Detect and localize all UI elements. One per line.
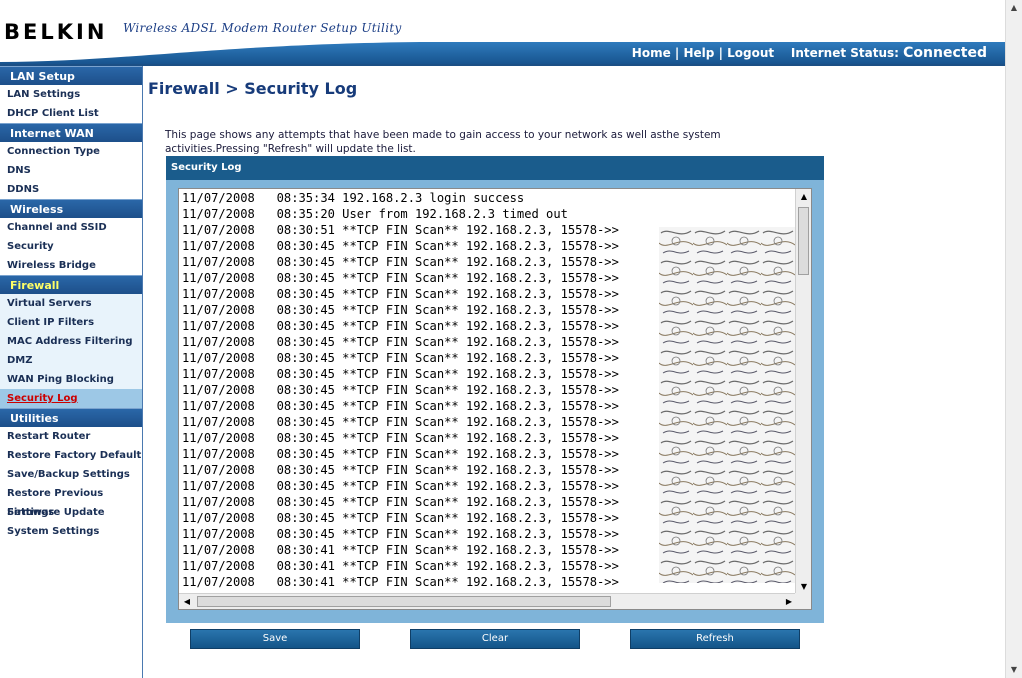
security-log-textarea[interactable]: 11/07/2008 08:35:34 192.168.2.3 login su…	[178, 188, 812, 610]
log-line: 11/07/2008 08:30:45 **TCP FIN Scan** 192…	[182, 239, 619, 253]
scroll-left-icon[interactable]: ◀	[179, 594, 195, 609]
log-line: 11/07/2008 08:30:45 **TCP FIN Scan** 192…	[182, 367, 619, 381]
log-line: 11/07/2008 08:30:45 **TCP FIN Scan** 192…	[182, 399, 619, 413]
scroll-up-icon[interactable]: ▲	[796, 189, 811, 205]
page-title: Firewall > Security Log	[148, 79, 358, 98]
log-line: 11/07/2008 08:30:45 **TCP FIN Scan** 192…	[182, 335, 619, 349]
sidebar-item-dhcp-client-list[interactable]: DHCP Client List	[0, 104, 142, 123]
horizontal-scrollbar[interactable]: ◀ ▶	[179, 593, 797, 609]
log-line: 11/07/2008 08:30:45 **TCP FIN Scan** 192…	[182, 319, 619, 333]
clear-button[interactable]: Clear	[410, 629, 580, 649]
sidebar-item-wan-ping-blocking[interactable]: WAN Ping Blocking	[0, 370, 142, 389]
sidebar-item-restore-factory-default[interactable]: Restore Factory Default	[0, 446, 142, 465]
sidebar-item-virtual-servers[interactable]: Virtual Servers	[0, 294, 142, 313]
sidebar-section-lan-setup: LAN Setup	[0, 66, 142, 85]
logout-link[interactable]: Logout	[727, 46, 774, 60]
sidebar-item-security[interactable]: Security	[0, 237, 142, 256]
header: BELKIN Wireless ADSL Modem Router Setup …	[0, 0, 1005, 66]
separator: |	[718, 46, 723, 60]
scroll-corner	[795, 593, 811, 609]
vertical-scrollbar[interactable]: ▲ ▼	[795, 189, 811, 595]
internet-status-label: Internet Status:	[790, 46, 899, 60]
header-links: Home | Help | Logout Internet Status: Co…	[632, 45, 987, 61]
log-line: 11/07/2008 08:30:45 **TCP FIN Scan** 192…	[182, 415, 619, 429]
sidebar-item-save-backup-settings[interactable]: Save/Backup Settings	[0, 465, 142, 484]
refresh-button[interactable]: Refresh	[630, 629, 800, 649]
scroll-thumb[interactable]	[197, 596, 611, 607]
log-line: 11/07/2008 08:35:34 192.168.2.3 login su…	[182, 191, 525, 205]
sidebar-item-dns[interactable]: DNS	[0, 161, 142, 180]
intro-text: This page shows any attempts that have b…	[165, 129, 721, 155]
obfuscated-overlay	[659, 227, 795, 583]
sidebar-item-channel-ssid[interactable]: Channel and SSID	[0, 218, 142, 237]
log-line: 11/07/2008 08:30:45 **TCP FIN Scan** 192…	[182, 383, 619, 397]
sidebar-item-lan-settings[interactable]: LAN Settings	[0, 85, 142, 104]
sidebar-item-firmware-update[interactable]: Firmware Update	[0, 503, 142, 522]
log-line: 11/07/2008 08:30:45 **TCP FIN Scan** 192…	[182, 495, 619, 509]
help-link[interactable]: Help	[683, 46, 714, 60]
router-setup-page: BELKIN Wireless ADSL Modem Router Setup …	[0, 0, 1022, 678]
log-line: 11/07/2008 08:30:45 **TCP FIN Scan** 192…	[182, 431, 619, 445]
save-button[interactable]: Save	[190, 629, 360, 649]
sidebar-item-dmz[interactable]: DMZ	[0, 351, 142, 370]
panel-title: Security Log	[166, 156, 824, 180]
sidebar-section-firewall: Firewall	[0, 275, 142, 294]
sidebar: LAN Setup LAN Settings DHCP Client List …	[0, 66, 143, 678]
sidebar-item-system-settings[interactable]: System Settings	[0, 522, 142, 541]
sidebar-item-client-ip-filters[interactable]: Client IP Filters	[0, 313, 142, 332]
log-line: 11/07/2008 08:30:45 **TCP FIN Scan** 192…	[182, 287, 619, 301]
internet-status-value: Connected	[903, 45, 987, 61]
log-line: 11/07/2008 08:30:45 **TCP FIN Scan** 192…	[182, 511, 619, 525]
scroll-down-icon[interactable]: ▼	[1006, 662, 1022, 678]
home-link[interactable]: Home	[632, 46, 671, 60]
log-line: 11/07/2008 08:30:45 **TCP FIN Scan** 192…	[182, 479, 619, 493]
page-scrollbar[interactable]: ▲ ▼	[1005, 0, 1022, 678]
utility-title: Wireless ADSL Modem Router Setup Utility	[123, 21, 402, 35]
log-line: 11/07/2008 08:30:45 **TCP FIN Scan** 192…	[182, 271, 619, 285]
separator: |	[674, 46, 680, 60]
scroll-thumb[interactable]	[798, 207, 809, 275]
log-line: 11/07/2008 08:30:45 **TCP FIN Scan** 192…	[182, 463, 619, 477]
sidebar-section-utilities: Utilities	[0, 408, 142, 427]
sidebar-section-internet-wan: Internet WAN	[0, 123, 142, 142]
log-line: 11/07/2008 08:30:51 **TCP FIN Scan** 192…	[182, 223, 619, 237]
sidebar-section-wireless: Wireless	[0, 199, 142, 218]
log-line: 11/07/2008 08:30:45 **TCP FIN Scan** 192…	[182, 527, 619, 541]
log-line: 11/07/2008 08:35:20 User from 192.168.2.…	[182, 207, 568, 221]
sidebar-item-restore-previous-settings[interactable]: Restore Previous Settings	[0, 484, 142, 518]
sidebar-item-restart-router[interactable]: Restart Router	[0, 427, 142, 446]
sidebar-item-ddns[interactable]: DDNS	[0, 180, 142, 199]
log-line: 11/07/2008 08:30:45 **TCP FIN Scan** 192…	[182, 255, 619, 269]
log-line: 11/07/2008 08:30:41 **TCP FIN Scan** 192…	[182, 559, 619, 573]
log-line: 11/07/2008 08:30:45 **TCP FIN Scan** 192…	[182, 303, 619, 317]
security-log-panel: Security Log 11/07/2008 08:35:34 192.168…	[166, 156, 824, 623]
log-line: 11/07/2008 08:30:45 **TCP FIN Scan** 192…	[182, 447, 619, 461]
sidebar-item-security-log[interactable]: Security Log	[0, 389, 142, 408]
scroll-up-icon[interactable]: ▲	[1006, 0, 1022, 16]
log-line: 11/07/2008 08:30:45 **TCP FIN Scan** 192…	[182, 351, 619, 365]
log-line: 11/07/2008 08:30:41 **TCP FIN Scan** 192…	[182, 543, 619, 557]
log-line: 11/07/2008 08:30:41 **TCP FIN Scan** 192…	[182, 575, 619, 589]
log-text: 11/07/2008 08:35:34 192.168.2.3 login su…	[182, 190, 619, 606]
main-content: Firewall > Security Log This page shows …	[143, 66, 1005, 678]
sidebar-item-mac-address-filtering[interactable]: MAC Address Filtering	[0, 332, 142, 351]
sidebar-item-connection-type[interactable]: Connection Type	[0, 142, 142, 161]
sidebar-item-wireless-bridge[interactable]: Wireless Bridge	[0, 256, 142, 275]
